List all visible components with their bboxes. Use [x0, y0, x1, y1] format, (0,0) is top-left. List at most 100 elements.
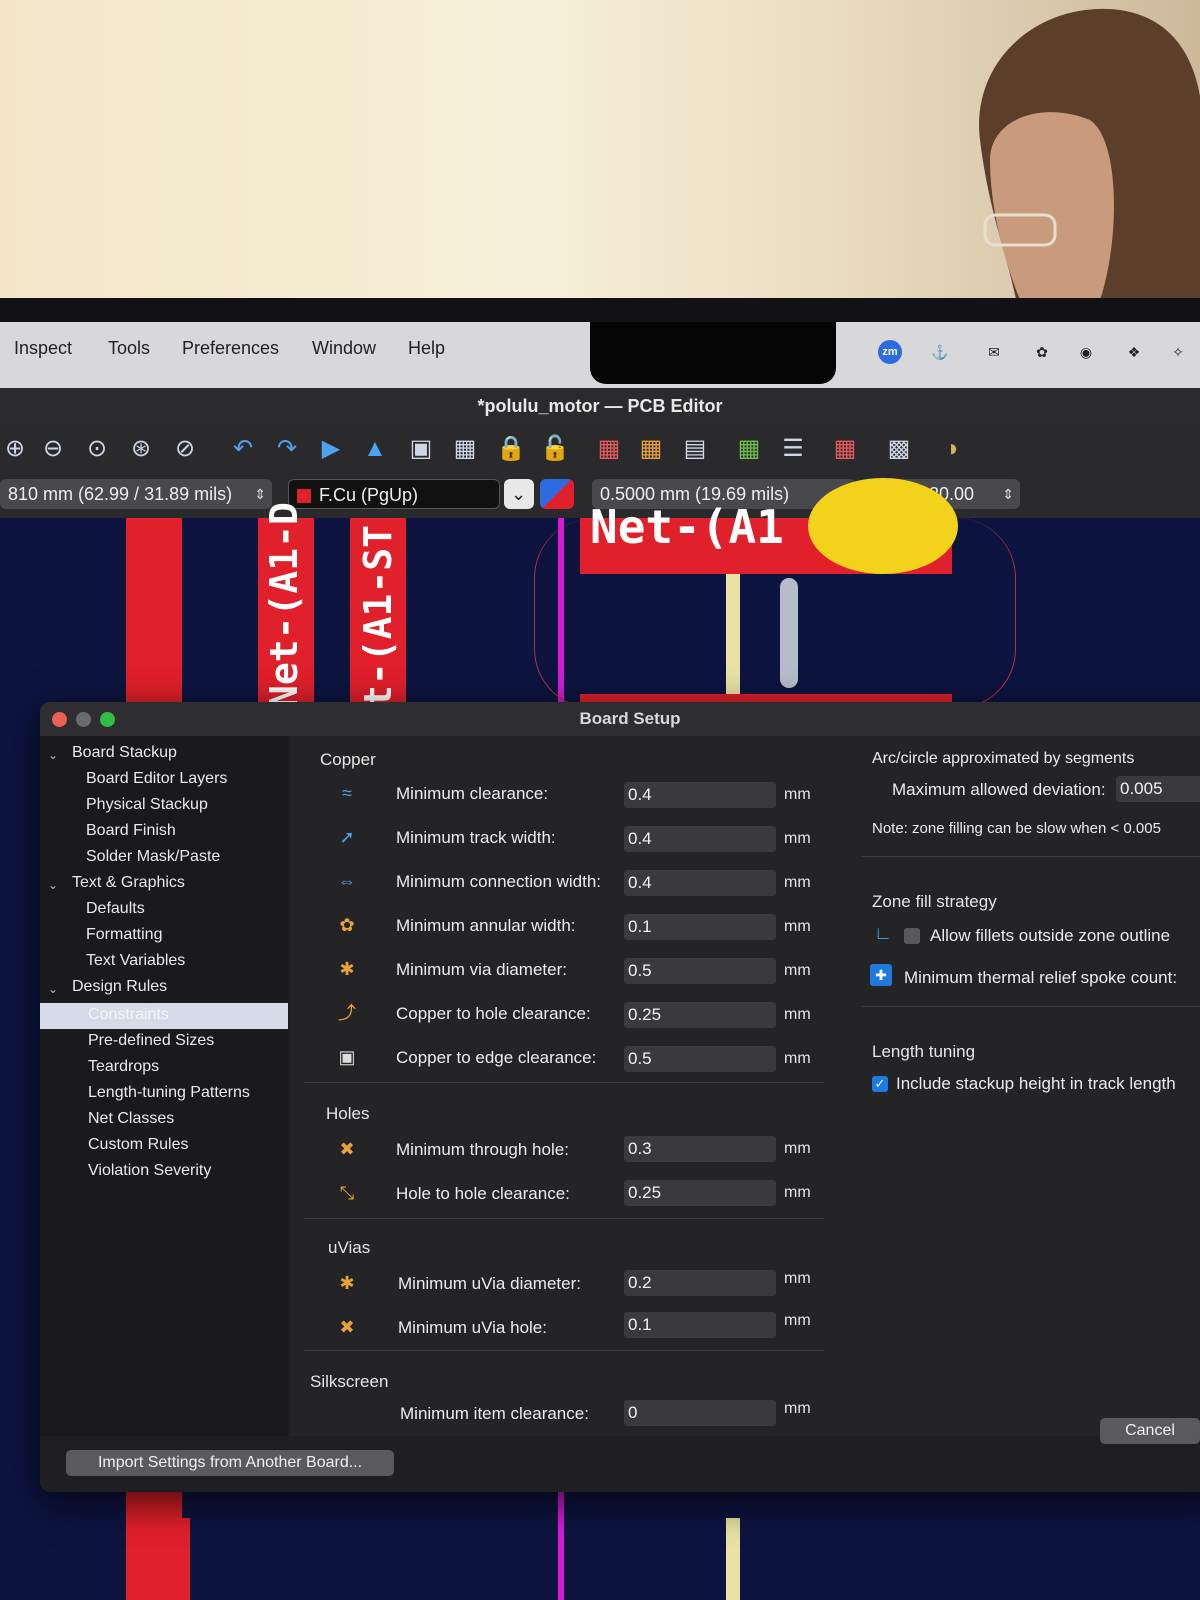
min-item-clearance-label: Minimum item clearance:: [400, 1404, 589, 1423]
tree-item-length-tuning-patterns[interactable]: Length-tuning Patterns: [88, 1084, 250, 1102]
tree-item-solder-mask-paste[interactable]: Solder Mask/Paste: [86, 848, 220, 866]
min-item-clearance-input[interactable]: 0: [624, 1400, 776, 1426]
min-annular-width-input[interactable]: 0.1: [624, 914, 776, 940]
zoom-fit-icon[interactable]: ⊙: [82, 434, 112, 464]
tree-item-text-variables[interactable]: Text Variables: [86, 952, 185, 970]
section-divider: [304, 1350, 824, 1351]
zoom-window-button[interactable]: [100, 712, 115, 727]
edge-clearance-icon: ▣: [338, 1047, 356, 1067]
max-deviation-label: Maximum allowed deviation:: [892, 780, 1106, 799]
layer-dropdown-button[interactable]: ⌄: [504, 479, 534, 509]
outlook-icon[interactable]: ✉: [982, 340, 1006, 364]
copper-hole-clearance-input[interactable]: 0.25: [624, 1002, 776, 1028]
tree-item-predefined-sizes[interactable]: Pre-defined Sizes: [88, 1032, 214, 1050]
unlock-icon[interactable]: 🔓: [540, 434, 570, 464]
flip-icon[interactable]: ▶: [316, 434, 346, 464]
chevron-down-icon: ⌄: [511, 484, 527, 504]
dropbox-icon[interactable]: ❖: [1122, 340, 1146, 364]
rotate-ccw-icon[interactable]: ↶: [228, 434, 258, 464]
zoom-in-icon[interactable]: ⊕: [0, 434, 30, 464]
min-uvia-diameter-input[interactable]: 0.2: [624, 1270, 776, 1296]
min-through-hole-input[interactable]: 0.3: [624, 1136, 776, 1162]
layer-color-swatch: [297, 489, 311, 503]
uvia-diameter-icon: ✱: [339, 1273, 355, 1293]
section-holes-title: Holes: [326, 1104, 370, 1123]
zone-fill-note: Note: zone filling can be slow when < 0.…: [872, 820, 1161, 837]
grid-origin-value: 810 mm (62.99 / 31.89 mils): [8, 484, 233, 504]
tree-item-design-rules[interactable]: Design Rules: [72, 978, 167, 996]
checklist-icon[interactable]: ☰: [778, 434, 808, 464]
hole-to-hole-clearance-input[interactable]: 0.25: [624, 1180, 776, 1206]
include-stackup-checkbox[interactable]: ✓: [872, 1076, 888, 1092]
tree-item-board-stackup[interactable]: Board Stackup: [72, 744, 177, 762]
length-tuning-title: Length tuning: [872, 1042, 976, 1061]
scripting-console-icon[interactable]: ▩: [884, 434, 914, 464]
footprint-editor-icon[interactable]: ▦: [594, 434, 624, 464]
tree-item-custom-rules[interactable]: Custom Rules: [88, 1136, 188, 1154]
tree-item-teardrops[interactable]: Teardrops: [88, 1058, 159, 1076]
chevron-down-icon[interactable]: ⌄: [48, 878, 58, 892]
chevron-updown-icon: ⇕: [1002, 486, 1014, 502]
min-track-width-input[interactable]: 0.4: [624, 826, 776, 852]
zoom-objects-icon[interactable]: ⊛: [126, 434, 156, 464]
tree-item-net-classes[interactable]: Net Classes: [88, 1110, 174, 1128]
section-divider: [862, 856, 1200, 857]
menu-inspect[interactable]: Inspect: [14, 338, 72, 359]
group-icon[interactable]: ▣: [406, 434, 436, 464]
update-pcb-icon[interactable]: ▤: [680, 434, 710, 464]
tree-item-constraints[interactable]: Constraints: [88, 1006, 169, 1024]
menu-help[interactable]: Help: [408, 338, 445, 359]
track-width-icon: ➚: [339, 827, 355, 847]
footprint-browser-icon[interactable]: ▦: [636, 434, 666, 464]
vpn-icon[interactable]: ◉: [1074, 340, 1098, 364]
board-setup-dialog: Board Setup ⌄ Board Stackup Board Editor…: [40, 702, 1200, 1492]
minimize-window-button[interactable]: [76, 712, 91, 727]
tree-item-physical-stackup[interactable]: Physical Stackup: [86, 796, 208, 814]
layer-select[interactable]: F.Cu (PgUp): [288, 479, 500, 509]
tree-item-defaults[interactable]: Defaults: [86, 900, 145, 918]
unit-label: mm: [784, 1270, 811, 1287]
menu-window[interactable]: Window: [312, 338, 376, 359]
copper-track[interactable]: [140, 1518, 190, 1600]
app-icon[interactable]: ✧: [1166, 340, 1190, 364]
main-toolbar: ⊕ ⊖ ⊙ ⊛ ⊘ ↶ ↷ ▶ ▲ ▣ ▦ 🔒 🔓 ▦ ▦ ▤ ▦ ☰ ▦ ▩ …: [0, 424, 1200, 474]
hole-to-hole-icon: ⤡: [339, 1183, 355, 1203]
chevron-down-icon[interactable]: ⌄: [48, 748, 58, 762]
tree-item-text-graphics[interactable]: Text & Graphics: [72, 874, 185, 892]
tree-item-violation-severity[interactable]: Violation Severity: [88, 1162, 211, 1180]
grid-origin-select[interactable]: 810 mm (62.99 / 31.89 mils) ⇕: [0, 479, 272, 509]
lock-icon[interactable]: 🔒: [496, 434, 526, 464]
min-connection-width-input[interactable]: 0.4: [624, 870, 776, 896]
schematic-icon[interactable]: ▦: [830, 434, 860, 464]
tree-item-formatting[interactable]: Formatting: [86, 926, 162, 944]
ungroup-icon[interactable]: ▦: [450, 434, 480, 464]
mirror-icon[interactable]: ▲: [360, 434, 390, 464]
import-settings-button[interactable]: Import Settings from Another Board...: [66, 1450, 394, 1476]
rotate-cw-icon[interactable]: ↷: [272, 434, 302, 464]
cancel-button[interactable]: Cancel: [1100, 1418, 1200, 1444]
min-clearance-input[interactable]: 0.4: [624, 782, 776, 808]
zoom-icon[interactable]: zm: [878, 340, 902, 364]
min-uvia-hole-input[interactable]: 0.1: [624, 1312, 776, 1338]
allow-fillets-checkbox[interactable]: [904, 928, 920, 944]
layer-pair-icon[interactable]: [540, 479, 574, 509]
drc-icon[interactable]: ▦: [734, 434, 764, 464]
chevron-down-icon[interactable]: ⌄: [48, 982, 58, 996]
menu-preferences[interactable]: Preferences: [182, 338, 279, 359]
plugin-icon[interactable]: ◑: [936, 434, 966, 464]
tree-item-board-finish[interactable]: Board Finish: [86, 822, 176, 840]
include-stackup-label: Include stackup height in track length: [896, 1074, 1176, 1093]
tree-item-board-editor-layers[interactable]: Board Editor Layers: [86, 770, 227, 788]
copper-edge-clearance-input[interactable]: 0.5: [624, 1046, 776, 1072]
min-annular-width-label: Minimum annular width:: [396, 916, 576, 935]
max-deviation-input[interactable]: 0.005: [1116, 776, 1200, 802]
min-via-diameter-input[interactable]: 0.5: [624, 958, 776, 984]
menu-tools[interactable]: Tools: [108, 338, 150, 359]
docker-icon[interactable]: ⚓: [928, 340, 952, 364]
close-window-button[interactable]: [52, 712, 67, 727]
min-via-diameter-label: Minimum via diameter:: [396, 960, 567, 979]
unit-label: mm: [784, 786, 811, 803]
zoom-selection-icon[interactable]: ⊘: [170, 434, 200, 464]
openai-icon[interactable]: ✿: [1030, 340, 1054, 364]
zoom-out-icon[interactable]: ⊖: [38, 434, 68, 464]
